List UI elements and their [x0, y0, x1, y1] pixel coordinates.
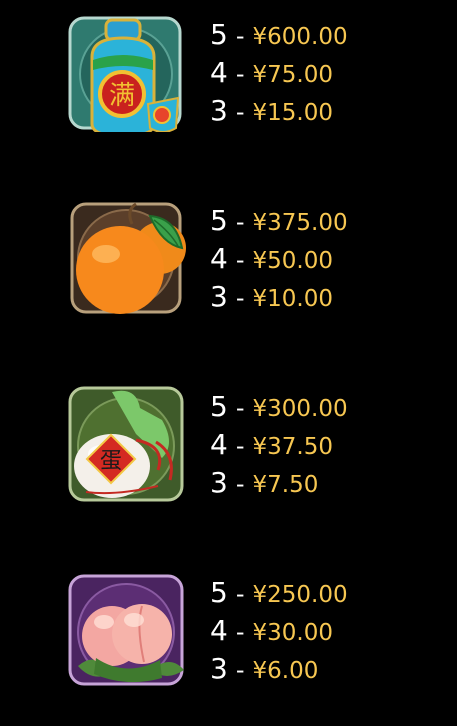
payout-line: 3- ¥7.50 — [210, 464, 450, 502]
payout-line: 4- ¥75.00 — [210, 54, 450, 92]
payout-amount: ¥600.00 — [252, 24, 348, 50]
peach-icon — [66, 570, 186, 690]
separator: - — [235, 656, 245, 684]
payout-line: 5- ¥600.00 — [210, 16, 450, 54]
svg-text:满: 满 — [109, 81, 135, 111]
match-count: 5 — [210, 18, 228, 51]
payout-line: 5- ¥375.00 — [210, 202, 450, 240]
payout-amount: ¥300.00 — [252, 396, 348, 422]
payout-line: 3- ¥15.00 — [210, 92, 450, 130]
payout-list: 5- ¥250.00 4- ¥30.00 3- ¥6.00 — [210, 574, 450, 688]
symbol-row-orange: 5- ¥375.00 4- ¥50.00 3- ¥10.00 — [0, 186, 457, 336]
payout-amount: ¥15.00 — [252, 100, 333, 126]
separator: - — [235, 98, 245, 126]
payout-amount: ¥375.00 — [252, 210, 348, 236]
paytable: 满 5- ¥600.00 4- ¥75.00 3- ¥15.00 5 - ¥37… — [0, 0, 457, 726]
separator: - — [235, 246, 245, 274]
payout-line: 5- ¥300.00 — [210, 388, 450, 426]
separator: - — [235, 618, 245, 646]
symbol-row-egg: 蛋 5- ¥300.00 4- ¥37.50 3- ¥7.50 — [0, 372, 457, 522]
match-count: 4 — [210, 614, 228, 647]
match-count: 5 — [210, 576, 228, 609]
payout-line: 3- ¥10.00 — [210, 278, 450, 316]
svg-text:蛋: 蛋 — [100, 449, 122, 474]
match-count: 3 — [210, 280, 228, 313]
separator: - — [235, 432, 245, 460]
payout-line: 4- ¥50.00 — [210, 240, 450, 278]
match-count: 4 — [210, 242, 228, 275]
payout-amount: ¥250.00 — [252, 582, 348, 608]
separator: - — [235, 208, 245, 236]
payout-amount: ¥10.00 — [252, 286, 333, 312]
payout-line: 5- ¥250.00 — [210, 574, 450, 612]
payout-list: 5- ¥600.00 4- ¥75.00 3- ¥15.00 — [210, 16, 450, 130]
match-count: 3 — [210, 94, 228, 127]
payout-list: 5- ¥300.00 4- ¥37.50 3- ¥7.50 — [210, 388, 450, 502]
match-count: 4 — [210, 56, 228, 89]
payout-amount: ¥6.00 — [252, 658, 319, 684]
payout-line: 4- ¥37.50 — [210, 426, 450, 464]
orange-icon — [66, 198, 186, 318]
wine-vase-icon: 满 — [66, 12, 186, 132]
separator: - — [235, 60, 245, 88]
match-count: 5 — [210, 204, 228, 237]
payout-line: 4- ¥30.00 — [210, 612, 450, 650]
payout-amount: ¥50.00 — [252, 248, 333, 274]
separator: - — [235, 284, 245, 312]
separator: - — [235, 22, 245, 50]
payout-amount: ¥37.50 — [252, 434, 333, 460]
payout-line: 3- ¥6.00 — [210, 650, 450, 688]
match-count: 4 — [210, 428, 228, 461]
match-count: 3 — [210, 652, 228, 685]
separator: - — [235, 394, 245, 422]
payout-amount: ¥30.00 — [252, 620, 333, 646]
symbol-row-peach: 5- ¥250.00 4- ¥30.00 3- ¥6.00 — [0, 558, 457, 708]
separator: - — [235, 470, 245, 498]
match-count: 3 — [210, 466, 228, 499]
match-count: 5 — [210, 390, 228, 423]
payout-amount: ¥7.50 — [252, 472, 319, 498]
lucky-egg-icon: 蛋 — [66, 384, 186, 504]
payout-amount: ¥75.00 — [252, 62, 333, 88]
symbol-row-vase: 满 5- ¥600.00 4- ¥75.00 3- ¥15.00 — [0, 0, 457, 150]
separator: - — [235, 580, 245, 608]
payout-list: 5- ¥375.00 4- ¥50.00 3- ¥10.00 — [210, 202, 450, 316]
